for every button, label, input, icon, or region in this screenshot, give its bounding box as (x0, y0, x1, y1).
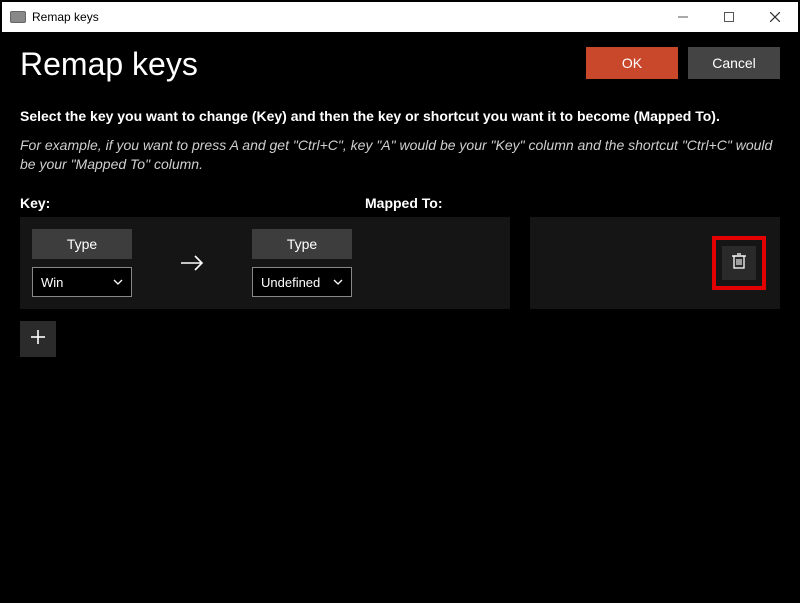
mapped-column: Type Undefined (252, 229, 352, 297)
window-title: Remap keys (32, 10, 99, 24)
minimize-button[interactable] (660, 2, 706, 32)
header-row: Remap keys OK Cancel (20, 42, 780, 83)
page-title: Remap keys (20, 46, 576, 83)
example-text: For example, if you want to press A and … (20, 136, 780, 175)
plus-icon (30, 329, 46, 350)
window-titlebar: Remap keys (2, 2, 798, 32)
mapping-panel: Type Win Type Undefined (20, 217, 510, 309)
type-mapped-button[interactable]: Type (252, 229, 352, 259)
column-labels: Key: Mapped To: (20, 195, 780, 211)
close-button[interactable] (752, 2, 798, 32)
chevron-down-icon (333, 275, 343, 290)
chevron-down-icon (113, 275, 123, 290)
actions-panel (530, 217, 780, 309)
delete-row-button[interactable] (722, 246, 756, 280)
maximize-button[interactable] (706, 2, 752, 32)
key-select-value: Win (41, 275, 63, 290)
cancel-button[interactable]: Cancel (688, 47, 780, 79)
trash-icon (731, 252, 747, 275)
arrow-icon (132, 253, 252, 273)
mapping-row: Type Win Type Undefined (20, 217, 780, 309)
instruction-text: Select the key you want to change (Key) … (20, 107, 780, 126)
mapped-select[interactable]: Undefined (252, 267, 352, 297)
type-key-button[interactable]: Type (32, 229, 132, 259)
delete-highlight (712, 236, 766, 290)
key-column: Type Win (32, 229, 132, 297)
mapped-column-label: Mapped To: (365, 195, 443, 211)
content-area: Remap keys OK Cancel Select the key you … (2, 32, 798, 601)
mapped-select-value: Undefined (261, 275, 320, 290)
app-icon (10, 11, 26, 23)
key-column-label: Key: (20, 195, 365, 211)
add-row-button[interactable] (20, 321, 56, 357)
ok-button[interactable]: OK (586, 47, 678, 79)
key-select[interactable]: Win (32, 267, 132, 297)
